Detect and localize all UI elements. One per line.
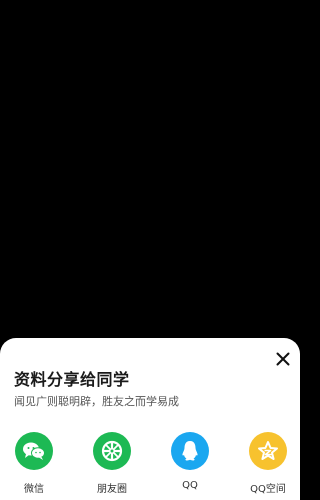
share-wechat-button[interactable]: 微信 <box>4 432 64 495</box>
qq-icon <box>171 432 209 470</box>
close-button[interactable] <box>274 350 292 368</box>
close-icon <box>276 352 290 366</box>
share-qq-button[interactable]: QQ <box>160 432 220 491</box>
sheet-title: 资料分享给同学 <box>14 370 130 389</box>
wechat-icon <box>15 432 53 470</box>
screen: 资料分享给同学 闻见广则聪明辟，胜友之而学易成 微信 朋友圈 QQ QQ空间 <box>0 0 300 500</box>
share-label-moments: 朋友圈 <box>97 484 127 495</box>
sheet-subtitle: 闻见广则聪明辟，胜友之而学易成 <box>14 395 179 408</box>
share-targets: 微信 朋友圈 QQ QQ空间 <box>0 432 300 500</box>
share-qzone-button[interactable]: QQ空间 <box>238 432 298 495</box>
share-sheet: 资料分享给同学 闻见广则聪明辟，胜友之而学易成 微信 朋友圈 QQ QQ空间 <box>0 338 300 500</box>
moments-icon <box>93 432 131 470</box>
share-label-wechat: 微信 <box>24 484 44 495</box>
share-moments-button[interactable]: 朋友圈 <box>82 432 142 495</box>
share-label-qzone: QQ空间 <box>250 484 286 495</box>
share-label-qq: QQ <box>182 480 198 491</box>
qzone-icon <box>249 432 287 470</box>
